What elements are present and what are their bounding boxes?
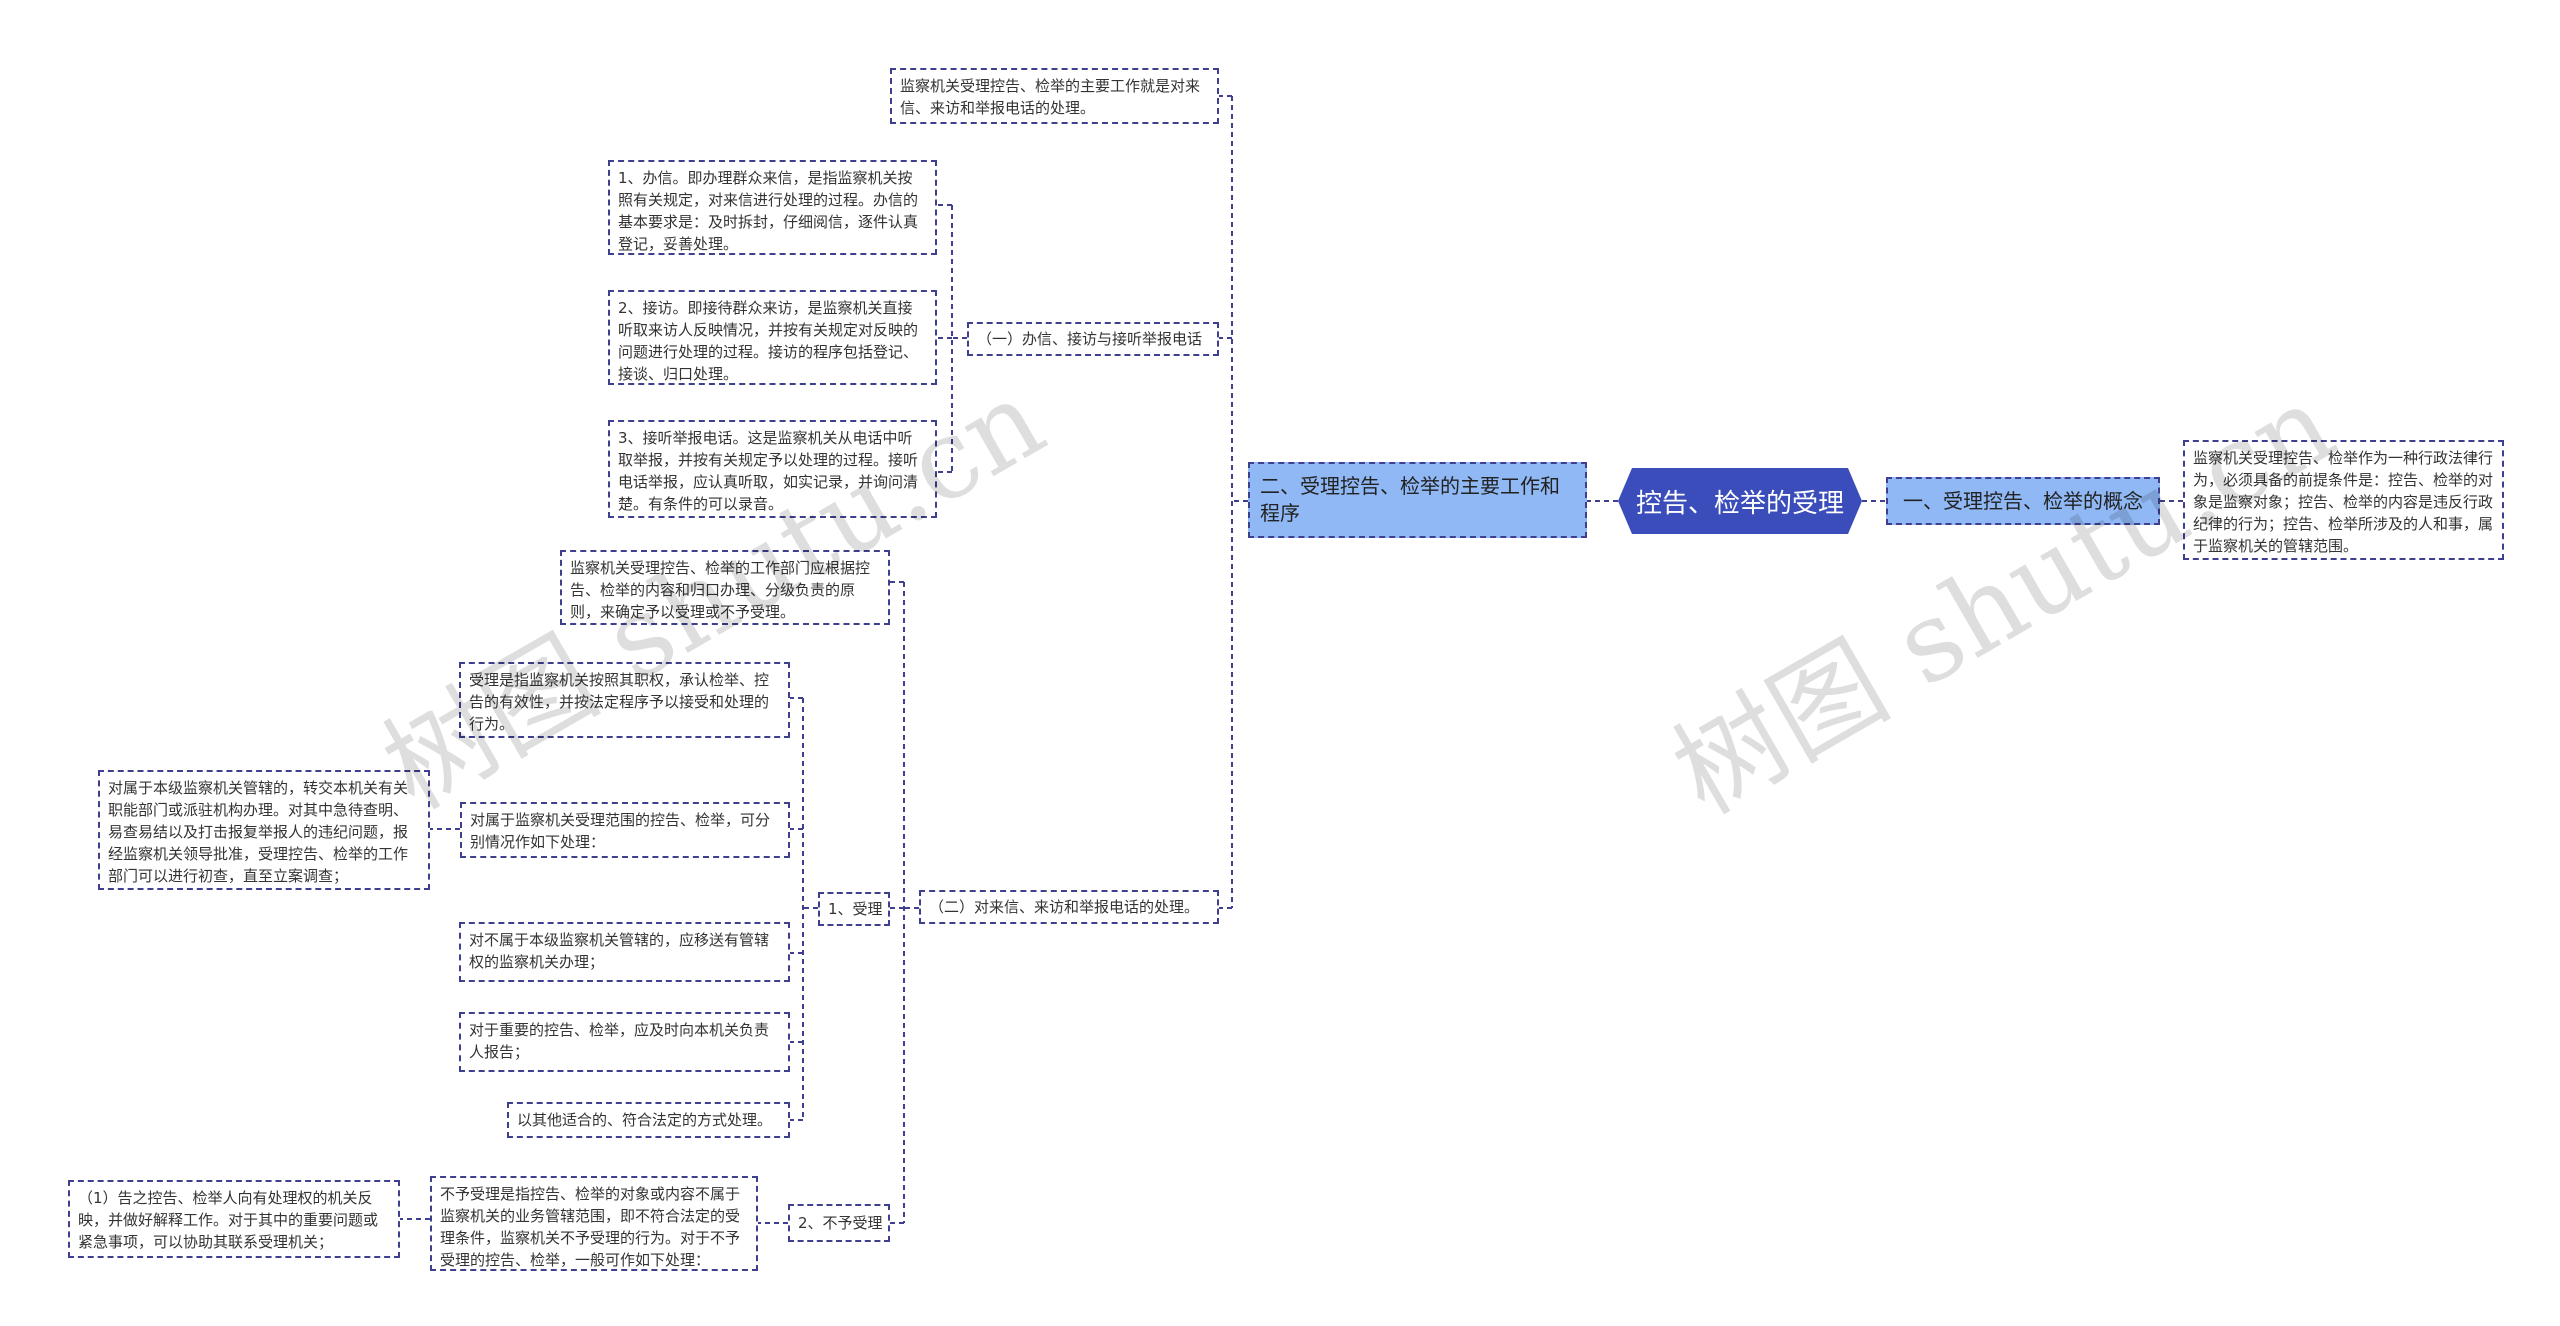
node-part1-visits[interactable]: 2、接访。即接待群众来访，是监察机关直接听取来访人反映情况，并按有关规定对反映的… — [608, 290, 937, 385]
node-concept-heading[interactable]: 一、受理控告、检举的概念 — [1886, 477, 2160, 525]
node-accept-other-way[interactable]: 以其他适合的、符合法定的方式处理。 — [507, 1102, 790, 1138]
connector-lines — [400, 95, 2183, 1224]
node-part1-letters[interactable]: 1、办信。即办理群众来信，是指监察机关按照有关规定，对来信进行处理的过程。办信的… — [608, 160, 937, 255]
link-accept-children — [790, 697, 818, 1121]
node-accept-cases-detail[interactable]: 对属于本级监察机关管辖的，转交本机关有关职能部门或派驻机构办理。对其中急待查明、… — [98, 770, 430, 890]
node-reject-def[interactable]: 不予受理是指控告、检举的对象或内容不属于监察机关的业务管辖范围，即不符合法定的受… — [430, 1176, 758, 1271]
root-node[interactable]: 控告、检举的受理 — [1618, 468, 1862, 534]
node-part1-phone[interactable]: 3、接听举报电话。这是监察机关从电话中听取举报，并按有关规定予以处理的过程。接听… — [608, 420, 937, 518]
node-accept-def[interactable]: 受理是指监察机关按照其职权，承认检举、控告的有效性，并按法定程序予以接受和处理的… — [459, 662, 790, 738]
link-part2-children — [890, 581, 919, 1224]
node-part1-heading[interactable]: （一）办信、接访与接听举报电话 — [967, 322, 1219, 356]
link-part1-children — [937, 204, 967, 473]
node-reject-detail[interactable]: （1）告之控告、检举人向有处理权的机关反映，并做好解释工作。对于其中的重要问题或… — [68, 1180, 400, 1258]
node-accept-other-level[interactable]: 对不属于本级监察机关管辖的，应移送有管辖权的监察机关办理； — [459, 922, 790, 982]
mindmap-canvas: 控告、检举的受理 一、受理控告、检举的概念 监察机关受理控告、检举作为一种行政法… — [0, 0, 2560, 1326]
node-part2-heading[interactable]: （二）对来信、来访和举报电话的处理。 — [919, 890, 1219, 924]
link-main-trunk — [1231, 96, 1248, 908]
node-accept-cases[interactable]: 对属于监察机关受理范围的控告、检举，可分别情况作如下处理： — [460, 802, 790, 858]
node-accept-important[interactable]: 对于重要的控告、检举，应及时向本机关负责人报告； — [459, 1012, 790, 1072]
root-title: 控告、检举的受理 — [1635, 488, 1844, 519]
node-accept-heading[interactable]: 1、受理 — [818, 892, 890, 926]
node-main-heading[interactable]: 二、受理控告、检举的主要工作和程序 — [1248, 462, 1587, 538]
node-main-intro[interactable]: 监察机关受理控告、检举的主要工作就是对来信、来访和举报电话的处理。 — [890, 68, 1219, 124]
node-reject-heading[interactable]: 2、不予受理 — [788, 1204, 890, 1242]
node-concept-body[interactable]: 监察机关受理控告、检举作为一种行政法律行为，必须具备的前提条件是：控告、检举的对… — [2183, 440, 2504, 560]
node-part2-intro[interactable]: 监察机关受理控告、检举的工作部门应根据控告、检举的内容和归口办理、分级负责的原则… — [560, 550, 890, 625]
